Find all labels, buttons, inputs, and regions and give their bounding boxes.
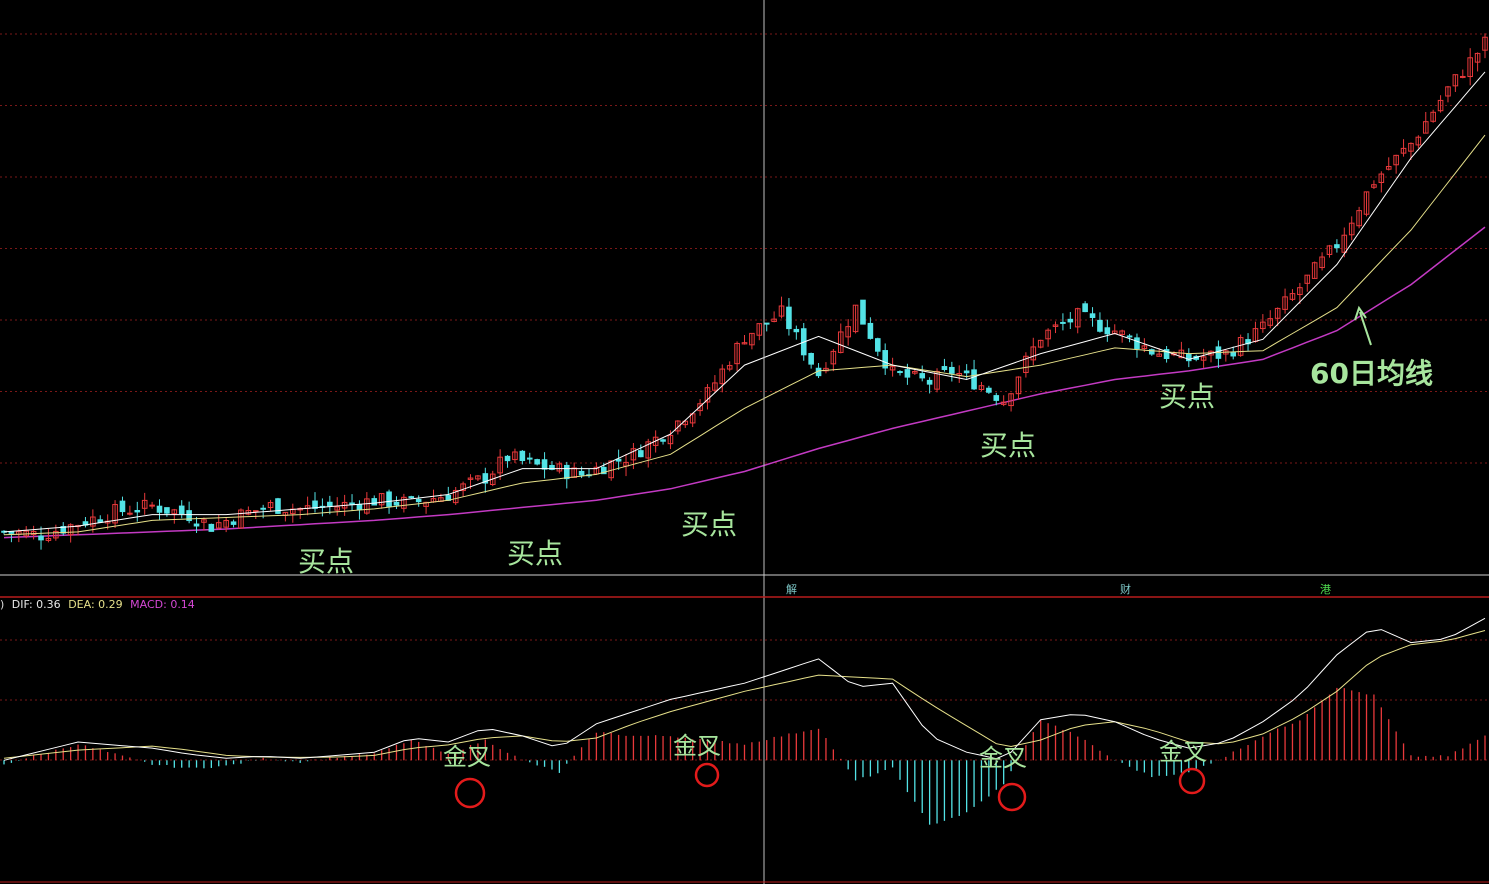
candle-down (38, 535, 44, 541)
candle-down (178, 505, 185, 515)
candle-down (519, 450, 526, 462)
candle-down (963, 370, 970, 374)
golden-cross-circle (1178, 767, 1206, 795)
candle-down (1060, 321, 1066, 324)
candle-down (808, 353, 814, 365)
candle-down (504, 455, 511, 462)
golden-cross-circle (694, 762, 720, 788)
indicator-bar: ) DIF: 0.36 DEA: 0.29 MACD: 0.14 (0, 599, 199, 611)
candle-down (926, 379, 933, 385)
candle-down (193, 523, 200, 527)
price-grid (0, 33, 1489, 464)
candle-down (156, 505, 163, 513)
candle-down (1104, 327, 1111, 335)
candle-down (8, 531, 15, 534)
axis-marker-gang: 港 (1320, 583, 1331, 596)
candle-down (941, 366, 948, 371)
ma60-line (3, 226, 1486, 539)
candle-down (164, 507, 170, 514)
candle-up (149, 504, 155, 507)
candle-down (1067, 318, 1074, 323)
buy-point-label: 买点 (507, 537, 564, 570)
candle-down (867, 322, 874, 339)
candle-down (971, 369, 977, 390)
candle-down (1089, 313, 1096, 318)
candle-down (578, 470, 585, 476)
candle-down (119, 500, 126, 513)
buy-point-label: 买点 (681, 508, 738, 541)
candle-down (208, 523, 215, 532)
indicator-prefix: ) (0, 598, 5, 611)
axis-marker-cai: 财 (1120, 583, 1131, 596)
buy-point-label: 买点 (980, 429, 1037, 462)
candle-down (904, 369, 911, 378)
candle-down (874, 338, 881, 352)
candle-down (993, 395, 1000, 401)
candle-down (793, 328, 800, 333)
candle-down (786, 306, 792, 330)
ma60-arrow (1354, 305, 1372, 346)
moving-average-lines (3, 71, 1486, 536)
candle-down (919, 373, 926, 379)
golden-cross-label: 金叉 (979, 744, 1027, 772)
candle-down (386, 491, 392, 507)
candle-down (860, 299, 866, 325)
dif-value: DIF: 0.36 (11, 598, 61, 611)
candle-down (534, 459, 540, 465)
golden-cross-circle (997, 782, 1027, 812)
candle-down (356, 504, 363, 511)
macd-value: MACD: 0.14 (130, 598, 195, 611)
candle-down (134, 509, 141, 513)
dea-value: DEA: 0.29 (68, 598, 123, 611)
ma-mid-line (3, 134, 1486, 536)
candle-down (1134, 337, 1140, 350)
stock-chart (0, 0, 1489, 884)
candle-down (1082, 303, 1088, 313)
ma60-label: 60日均线 (1310, 357, 1433, 390)
candle-up (1459, 75, 1466, 78)
candle-down (660, 439, 666, 442)
candle-down (327, 501, 333, 507)
buy-point-label: 买点 (298, 545, 355, 578)
candle-down (393, 501, 400, 506)
candle-down (1334, 244, 1340, 249)
candle-down (349, 502, 355, 505)
candle-down (408, 496, 415, 499)
golden-cross-label: 金叉 (1159, 738, 1207, 766)
ma60-line (3, 226, 1486, 539)
golden-cross-label: 金叉 (443, 743, 491, 771)
candle-down (638, 450, 644, 458)
candle-down (949, 366, 955, 374)
axis-marker-jie: 解 (786, 583, 797, 596)
candle-down (97, 519, 104, 523)
candle-down (563, 464, 570, 480)
golden-cross-circles (454, 762, 1206, 812)
candle-down (1230, 351, 1237, 357)
candle-down (897, 371, 903, 374)
candle-down (371, 498, 378, 506)
candle-down (1126, 335, 1133, 338)
macd-histogram (3, 687, 1486, 825)
buy-point-label: 买点 (1159, 380, 1216, 413)
candle-down (415, 498, 422, 503)
candle-down (763, 322, 770, 325)
candle-down (230, 521, 237, 525)
golden-cross-label: 金叉 (673, 732, 721, 760)
candle-down (526, 457, 533, 460)
macd-grid (0, 639, 1489, 761)
golden-cross-circle (454, 777, 486, 809)
candle-down (541, 459, 548, 470)
candle-down (986, 387, 992, 393)
candle-down (260, 507, 266, 510)
candle-down (1097, 319, 1103, 332)
candle-up (252, 510, 259, 513)
